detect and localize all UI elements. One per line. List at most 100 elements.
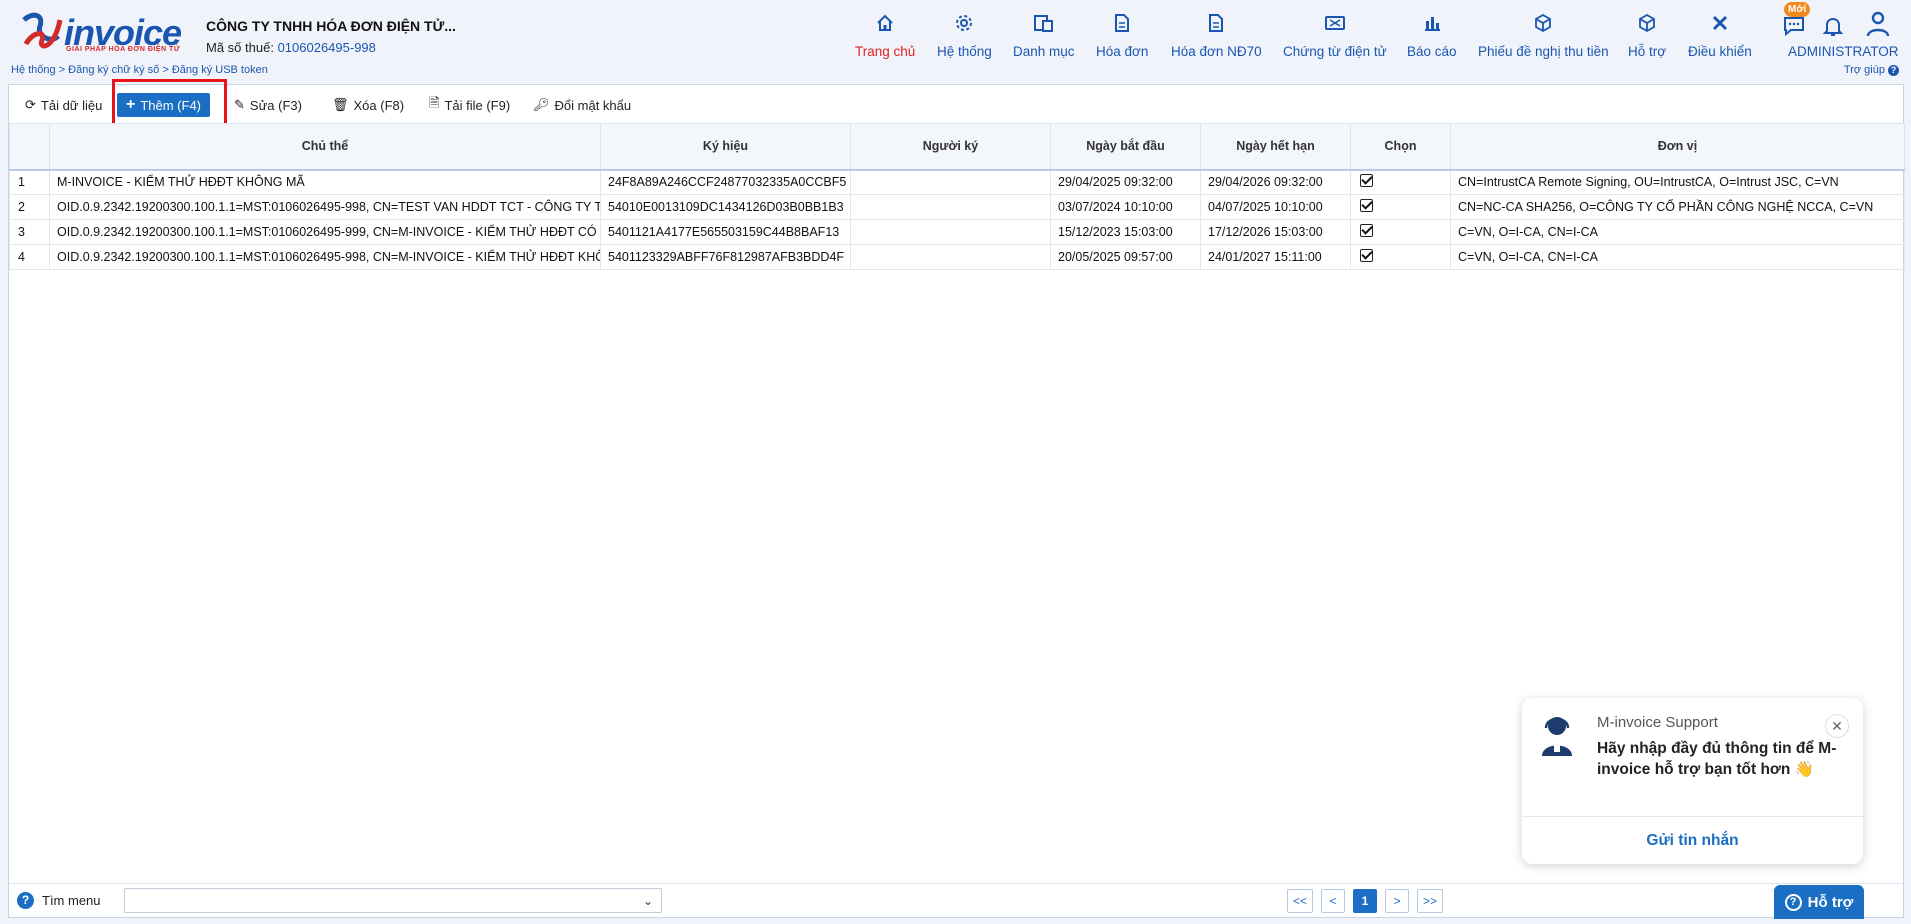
checkbox-checked-icon[interactable] — [1360, 199, 1373, 212]
nav-home[interactable]: Trang chủ — [855, 10, 915, 66]
cell-subject: OID.0.9.2342.19200300.100.1.1=MST:010602… — [49, 244, 601, 270]
page-1-button[interactable]: 1 — [1353, 889, 1378, 913]
nav-invoice-nd70[interactable]: Hóa đơn NĐ70 — [1171, 10, 1262, 66]
delete-button[interactable]: 🗑 Xóa (F8) — [326, 93, 410, 117]
bell-icon[interactable] — [1821, 14, 1845, 41]
col-select[interactable]: Chọn — [1350, 123, 1451, 171]
table-row[interactable]: 1 M-INVOICE - KIỂM THỬ HĐĐT KHÔNG MÃ 24F… — [9, 169, 1905, 195]
box-icon — [1533, 10, 1553, 36]
nav-payment-request[interactable]: Phiếu đề nghị thu tiền — [1478, 10, 1609, 66]
trash-icon: 🗑 — [332, 97, 349, 112]
table-row[interactable]: 4 OID.0.9.2342.19200300.100.1.1=MST:0106… — [9, 244, 1905, 270]
nav-label: Hóa đơn — [1096, 44, 1149, 59]
gear-icon — [954, 10, 974, 36]
col-end-date[interactable]: Ngày hết hạn — [1200, 123, 1351, 171]
support-button[interactable]: ? Hỗ trợ — [1774, 885, 1864, 919]
user-icon[interactable] — [1865, 10, 1891, 41]
cell-signer — [850, 169, 1051, 195]
checkbox-checked-icon[interactable] — [1360, 224, 1373, 237]
chat-icon[interactable] — [1782, 14, 1806, 41]
reload-button[interactable]: ⟳ Tải dữ liệu — [19, 93, 108, 117]
help-link[interactable]: Trợ giúp ? — [1844, 64, 1899, 76]
add-button[interactable]: + Thêm (F4) — [117, 93, 211, 117]
nav-control[interactable]: Điều khiển — [1688, 10, 1752, 66]
nav-label: Báo cáo — [1407, 44, 1457, 59]
last-page-button[interactable]: >> — [1417, 889, 1444, 913]
cell-serial: 5401121A4177E565503159C44B8BAF13 — [600, 219, 851, 245]
nav-label: Hóa đơn NĐ70 — [1171, 44, 1262, 59]
help-circle-icon: ? — [1784, 893, 1802, 911]
cell-serial: 5401123329ABFF76F812987AFB3BDD4F — [600, 244, 851, 270]
cell-select — [1350, 194, 1451, 220]
delete-label: Xóa (F8) — [353, 97, 405, 113]
nav-label: Phiếu đề nghị thu tiền — [1478, 44, 1609, 59]
checkbox-checked-icon[interactable] — [1360, 249, 1373, 262]
catalog-icon — [1033, 10, 1055, 36]
cell-subject: OID.0.9.2342.19200300.100.1.1=MST:010602… — [49, 194, 601, 220]
logo[interactable]: invoice GIẢI PHÁP HÓA ĐƠN ĐIỆN TỬ — [18, 10, 188, 56]
plus-icon: + — [126, 96, 136, 113]
table-row[interactable]: 2 OID.0.9.2342.19200300.100.1.1=MST:0106… — [9, 194, 1905, 220]
col-signer[interactable]: Người ký — [850, 123, 1051, 171]
edit-button[interactable]: ✎ Sửa (F3) — [228, 93, 308, 117]
table-header-row: Chủ thể Ký hiệu Người ký Ngày bắt đầu Ng… — [9, 123, 1905, 171]
refresh-icon: ⟳ — [25, 97, 36, 112]
col-serial[interactable]: Ký hiệu — [600, 123, 851, 171]
cell-subject: OID.0.9.2342.19200300.100.1.1=MST:010602… — [49, 219, 601, 245]
nav-system[interactable]: Hệ thống — [937, 10, 992, 66]
file-icon: 🗎 — [429, 95, 440, 110]
nav-catalog[interactable]: Danh mục — [1013, 10, 1075, 66]
report-icon — [1422, 10, 1442, 36]
nav-label: Hệ thống — [937, 44, 992, 59]
support-agent-icon — [1542, 717, 1572, 756]
support-chat-popup: M-invoice Support Hãy nhập đầy đủ thông … — [1522, 698, 1863, 864]
change-password-label: Đổi mật khẩu — [554, 97, 632, 113]
home-icon — [875, 10, 895, 36]
checkbox-checked-icon[interactable] — [1360, 174, 1373, 188]
cell-start-date: 03/07/2024 10:10:00 — [1050, 194, 1201, 220]
change-password-button[interactable]: 🔑︎ Đổi mật khẩu — [527, 93, 637, 117]
find-menu: ? Tìm menu — [17, 892, 101, 909]
nav-support[interactable]: Hỗ trợ — [1628, 10, 1666, 66]
new-badge: Mới — [1784, 2, 1811, 17]
prev-page-button[interactable]: < — [1321, 889, 1346, 913]
help-icon: ? — [1888, 65, 1899, 76]
send-message-button[interactable]: Gửi tin nhắn — [1522, 832, 1863, 850]
row-number: 3 — [9, 219, 50, 245]
cell-signer — [850, 244, 1051, 270]
nav-invoice[interactable]: Hóa đơn — [1096, 10, 1148, 66]
nav-label: Danh mục — [1013, 44, 1075, 59]
voucher-icon — [1324, 10, 1346, 36]
question-icon[interactable]: ? — [17, 892, 34, 909]
cell-signer — [850, 194, 1051, 220]
col-subject[interactable]: Chủ thể — [49, 123, 601, 171]
upload-file-button[interactable]: 🗎 Tải file (F9) — [423, 93, 516, 117]
tax-label: Mã số thuế: — [206, 40, 274, 55]
nav-label: Trang chủ — [855, 44, 916, 59]
logo-mark-icon — [22, 12, 63, 49]
nav-e-voucher[interactable]: Chứng từ điện tử — [1283, 10, 1387, 66]
cell-end-date: 04/07/2025 10:10:00 — [1200, 194, 1351, 220]
cell-unit: C=VN, O=I-CA, CN=I-CA — [1450, 244, 1905, 270]
key-icon: 🔑︎ — [533, 97, 550, 112]
nav-report[interactable]: Báo cáo — [1407, 10, 1457, 66]
first-page-button[interactable]: << — [1287, 889, 1314, 913]
invoice-icon — [1113, 10, 1131, 36]
next-page-button[interactable]: > — [1385, 889, 1410, 913]
table-row[interactable]: 3 OID.0.9.2342.19200300.100.1.1=MST:0106… — [9, 219, 1905, 245]
box-icon — [1637, 10, 1657, 36]
cell-start-date: 29/04/2025 09:32:00 — [1050, 169, 1201, 195]
col-start-date[interactable]: Ngày bắt đầu — [1050, 123, 1201, 171]
col-unit[interactable]: Đơn vị — [1450, 123, 1905, 171]
close-icon[interactable]: ✕ — [1825, 714, 1849, 738]
row-number: 4 — [9, 244, 50, 270]
user-name[interactable]: ADMINISTRATOR — [1788, 44, 1899, 59]
logo-tagline: GIẢI PHÁP HÓA ĐƠN ĐIỆN TỬ — [66, 46, 181, 53]
breadcrumb[interactable]: Hệ thống > Đăng ký chữ ký số > Đăng ký U… — [11, 64, 268, 76]
nav-label: Điều khiển — [1688, 44, 1752, 59]
footer-bar: ? Tìm menu ⌄ << < 1 > >> — [9, 883, 1903, 917]
row-number: 2 — [9, 194, 50, 220]
help-label: Trợ giúp — [1843, 64, 1885, 76]
nav-label: Hỗ trợ — [1628, 44, 1667, 59]
menu-search-select[interactable]: ⌄ — [124, 888, 662, 913]
